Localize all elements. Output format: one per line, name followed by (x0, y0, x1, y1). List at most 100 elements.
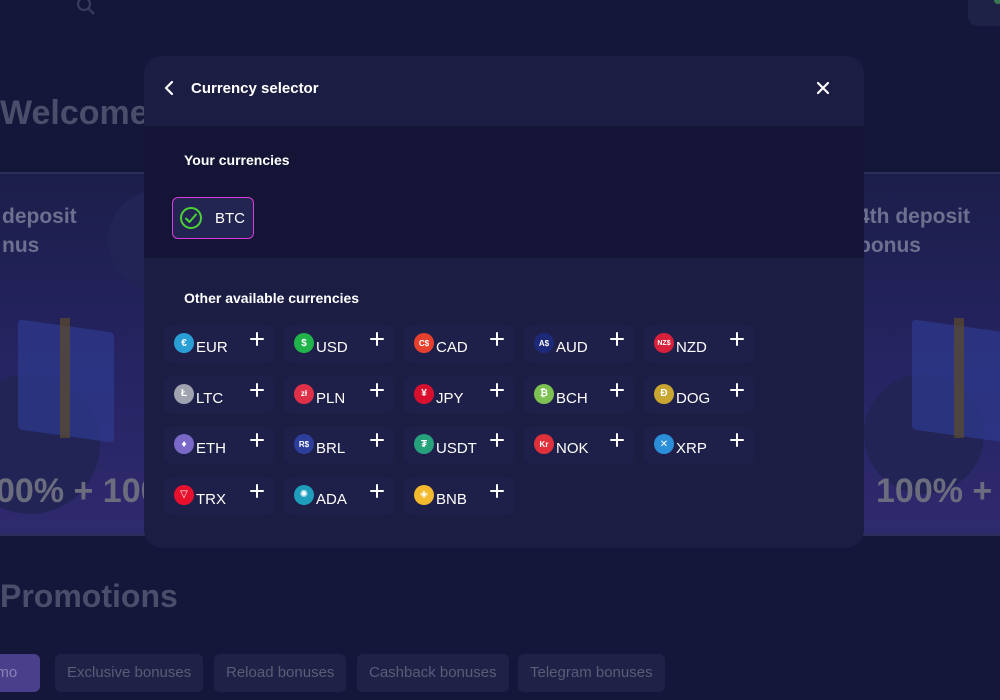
currency-option-usdt[interactable]: ₮ USDT (404, 426, 514, 464)
currency-option-trx[interactable]: ▽ TRX (164, 476, 274, 515)
currency-code: JPY (436, 389, 464, 407)
add-icon[interactable] (490, 332, 504, 346)
add-icon[interactable] (250, 433, 264, 447)
add-icon[interactable] (250, 382, 264, 397)
currency-option-brl[interactable]: R$ BRL (284, 426, 394, 464)
usd-coin-icon: $ (294, 333, 314, 353)
add-icon[interactable] (610, 433, 624, 447)
add-icon[interactable] (490, 433, 504, 447)
currency-option-bch[interactable]: ₿ BCH (524, 375, 634, 414)
currency-option-cad[interactable]: C$ CAD (404, 325, 514, 363)
add-icon[interactable] (370, 483, 384, 498)
currency-option-ada[interactable]: ✺ ADA (284, 476, 394, 515)
currency-code: LTC (196, 389, 224, 407)
aud-coin-icon: A$ (534, 333, 554, 353)
ada-coin-icon: ✺ (294, 484, 314, 505)
currency-code: XRP (676, 440, 707, 457)
back-button[interactable] (158, 76, 182, 100)
add-icon[interactable] (730, 382, 744, 397)
add-icon[interactable] (730, 433, 744, 447)
close-button[interactable] (811, 76, 835, 100)
gift-box-icon (18, 298, 128, 443)
currency-chip-btc-selected[interactable]: BTC (172, 197, 254, 239)
jpy-coin-icon: ¥ (414, 383, 434, 404)
promo-tab-reload[interactable]: Reload bonuses (214, 654, 347, 692)
currency-code: TRX (196, 490, 226, 508)
currency-code: AUD (556, 339, 588, 356)
currency-code: NZD (676, 339, 707, 356)
bnb-coin-icon: ◈ (414, 484, 434, 505)
xrp-coin-icon: ✕ (654, 434, 674, 454)
currency-code: BNB (436, 490, 467, 508)
currency-option-dog[interactable]: Ð DOG (644, 375, 754, 414)
promo-tab[interactable]: omo (0, 654, 40, 692)
trx-coin-icon: ▽ (174, 484, 194, 505)
currency-option-nok[interactable]: Kr NOK (524, 426, 634, 464)
currency-code: USDT (436, 440, 477, 457)
currency-code: ETH (196, 440, 226, 457)
notification-bell-icon[interactable] (968, 0, 1000, 26)
gift-box-icon (912, 298, 1000, 443)
currency-code: EUR (196, 339, 228, 356)
promotions-heading: Promotions (0, 578, 178, 614)
chevron-left-icon (164, 80, 174, 96)
add-icon[interactable] (250, 483, 264, 498)
eth-coin-icon: ♦ (174, 434, 194, 454)
currency-code: USD (316, 339, 348, 356)
dog-coin-icon: Ð (654, 383, 674, 404)
promo-tab-exclusive[interactable]: Exclusive bonuses (55, 654, 204, 692)
currency-option-xrp[interactable]: ✕ XRP (644, 426, 754, 464)
currency-code: BRL (316, 440, 346, 457)
nok-coin-icon: Kr (534, 434, 554, 454)
add-icon[interactable] (490, 483, 504, 498)
add-icon[interactable] (610, 382, 624, 397)
your-currencies-title: Your currencies (184, 152, 290, 168)
ltc-coin-icon: Ł (174, 383, 194, 404)
eur-coin-icon: € (174, 333, 194, 353)
currency-option-nzd[interactable]: NZ$ NZD (644, 325, 754, 363)
close-icon (816, 81, 830, 95)
currency-option-usd[interactable]: $ USD (284, 325, 394, 363)
currency-option-eur[interactable]: € EUR (164, 325, 274, 363)
add-icon[interactable] (370, 382, 384, 397)
add-icon[interactable] (370, 433, 384, 447)
bonus-card-right-text: 4th deposit bonus (858, 205, 971, 257)
add-icon[interactable] (610, 332, 624, 346)
promo-tab-telegram[interactable]: Telegram bonuses (518, 654, 665, 692)
add-icon[interactable] (730, 332, 744, 346)
check-circle-icon (180, 207, 202, 229)
search-icon[interactable] (76, 0, 96, 16)
currency-option-pln[interactable]: zł PLN (284, 375, 394, 414)
currency-code: BTC (215, 209, 245, 227)
currency-option-aud[interactable]: A$ AUD (524, 325, 634, 363)
currency-code: NOK (556, 440, 589, 457)
promo-tab-cashback[interactable]: Cashback bonuses (357, 654, 509, 692)
bonus-card-right-amount: 100% + (876, 472, 993, 510)
currency-code: ADA (316, 490, 347, 508)
currency-code: BCH (556, 389, 588, 407)
currency-code: PLN (316, 389, 346, 407)
currency-selector-modal: Currency selector Your currencies BTC Ot… (144, 56, 864, 548)
usdt-coin-icon: ₮ (414, 434, 434, 454)
add-icon[interactable] (370, 332, 384, 346)
nzd-coin-icon: NZ$ (654, 333, 674, 353)
currency-code: DOG (676, 389, 711, 407)
bonus-card-left-text: deposit nus (2, 205, 77, 257)
currency-option-bnb[interactable]: ◈ BNB (404, 476, 514, 515)
add-icon[interactable] (490, 382, 504, 397)
bonus-card-left-amount: 00% + 100 (0, 472, 160, 510)
brl-coin-icon: R$ (294, 434, 314, 454)
welcome-heading: Welcome (0, 94, 149, 132)
modal-header: Currency selector (144, 56, 864, 126)
your-currencies-section: Your currencies BTC (144, 126, 864, 258)
other-currencies-title: Other available currencies (184, 290, 360, 306)
currency-option-jpy[interactable]: ¥ JPY (404, 375, 514, 414)
pln-coin-icon: zł (294, 383, 314, 404)
add-icon[interactable] (250, 332, 264, 346)
bch-coin-icon: ₿ (534, 383, 554, 404)
modal-title: Currency selector (191, 80, 319, 97)
cad-coin-icon: C$ (414, 333, 434, 353)
currency-option-ltc[interactable]: Ł LTC (164, 375, 274, 414)
currency-option-eth[interactable]: ♦ ETH (164, 426, 274, 464)
currency-code: CAD (436, 339, 468, 356)
